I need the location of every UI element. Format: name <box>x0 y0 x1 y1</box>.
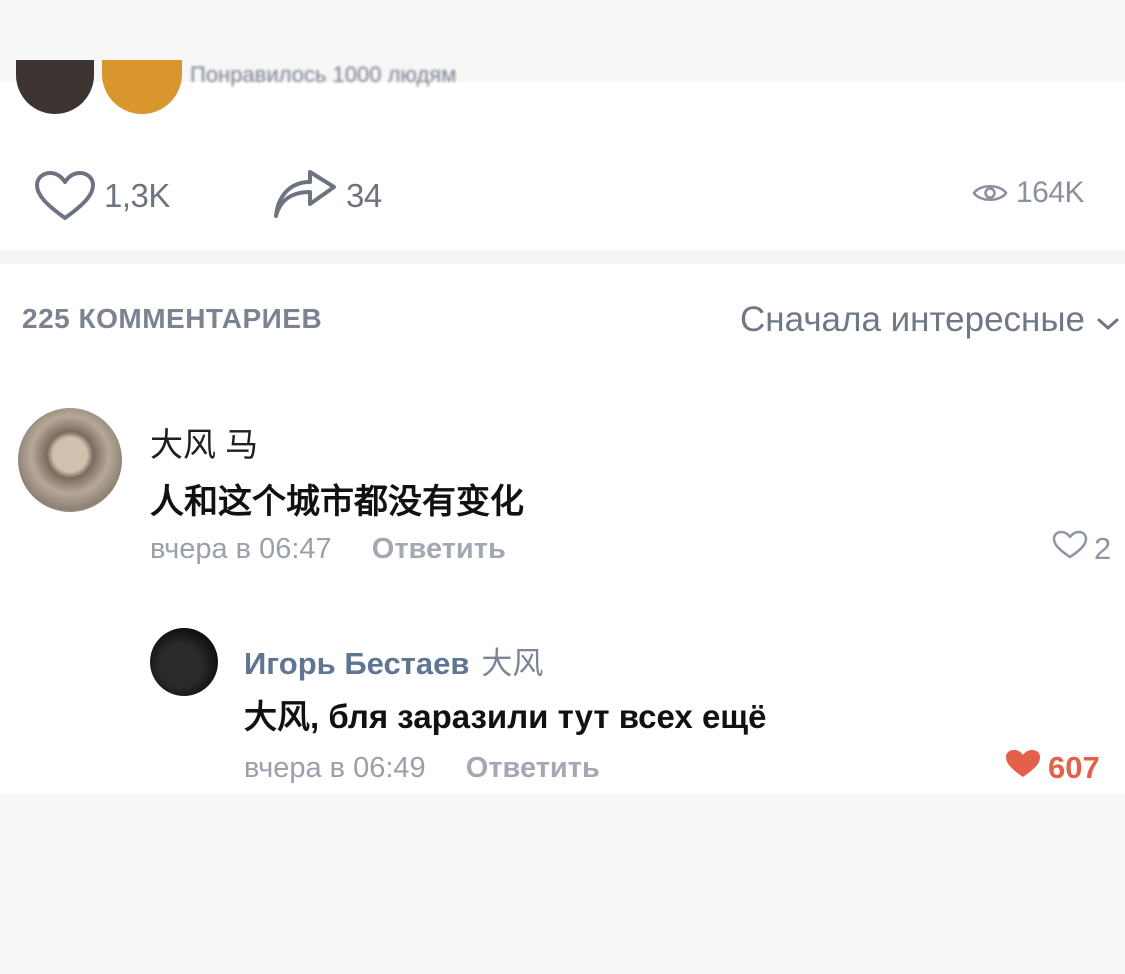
share-button[interactable]: 34 <box>272 170 382 222</box>
author-name: Игорь Бестаев <box>244 646 470 681</box>
heart-outline-icon <box>1052 530 1088 568</box>
comments-count: 225 КОММЕНТАРИЕВ <box>22 303 323 334</box>
avatar[interactable] <box>18 408 122 512</box>
sort-label: Сначала интересные <box>740 300 1085 339</box>
reply-to-name[interactable]: 大风 <box>481 646 543 681</box>
comment-text: 大风, бля заразили тут всех ещё <box>244 698 767 735</box>
comment-meta: вчера в 06:47 Ответить <box>150 533 506 566</box>
eye-icon <box>972 181 1008 205</box>
like-count: 1,3K <box>104 177 170 214</box>
reply-button[interactable]: Ответить <box>466 752 600 784</box>
views-counter: 164K <box>972 176 1085 210</box>
section-divider <box>0 250 1125 264</box>
avatar <box>16 60 94 114</box>
comment-time: вчера в 06:49 <box>244 752 426 784</box>
comment-meta: вчера в 06:49 Ответить <box>244 752 600 785</box>
views-count: 164K <box>1016 176 1085 209</box>
avatar <box>102 60 182 114</box>
comment-author[interactable]: 大风 马 <box>150 418 258 466</box>
share-count: 34 <box>346 177 382 214</box>
comment-like-count: 2 <box>1094 531 1112 566</box>
heart-filled-icon <box>1004 748 1042 788</box>
comment-author[interactable]: Игорь Бестаев 大风 <box>244 638 543 683</box>
avatar[interactable] <box>150 628 218 696</box>
heart-outline-icon <box>34 170 96 222</box>
comment-like-button[interactable]: 2 <box>1052 530 1111 568</box>
reply-button[interactable]: Ответить <box>372 533 506 565</box>
comment-like-button[interactable]: 607 <box>1004 748 1100 788</box>
chevron-down-icon <box>1097 300 1119 340</box>
comment-text: 人和这个城市都没有变化 <box>150 483 524 521</box>
liked-by-avatars[interactable] <box>16 60 182 116</box>
like-button[interactable]: 1,3K <box>34 170 170 222</box>
bottom-background <box>0 794 1125 974</box>
sort-dropdown[interactable]: Сначала интересные <box>740 300 1119 340</box>
share-arrow-icon <box>272 170 338 222</box>
comment-like-count: 607 <box>1048 750 1100 785</box>
comment-time: вчера в 06:47 <box>150 533 332 565</box>
liked-by-text: Понравилось 1000 людям <box>190 62 457 87</box>
post-actions: 1,3K 34 164K <box>0 160 1125 230</box>
